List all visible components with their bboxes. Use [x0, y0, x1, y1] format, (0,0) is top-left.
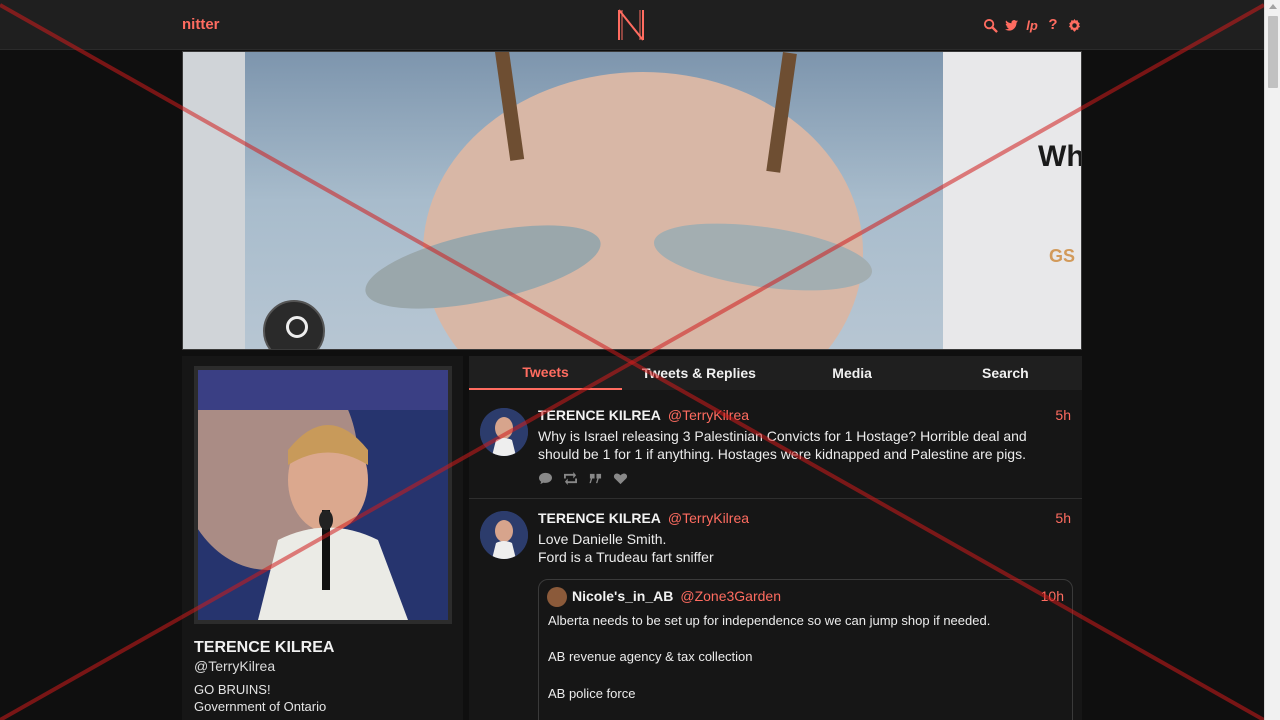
svg-text:GS: GS	[1049, 246, 1075, 266]
quote-avatar[interactable]	[547, 587, 567, 607]
tweet-item[interactable]: TERENCE KILREA @TerryKilrea 5h Love Dani…	[469, 499, 1082, 720]
quoted-tweet[interactable]: Nicole's_in_AB @Zone3Garden 10h Alberta …	[538, 579, 1073, 720]
profile-photo	[198, 370, 448, 620]
tweet-avatar[interactable]	[480, 511, 528, 559]
timeline-tabs: Tweets Tweets & Replies Media Search	[469, 356, 1082, 390]
quote-date[interactable]: 10h	[1041, 588, 1064, 604]
tab-tweets[interactable]: Tweets	[469, 356, 623, 390]
quote-header: Nicole's_in_AB @Zone3Garden	[572, 588, 781, 604]
profile-username[interactable]: @TerryKilrea	[194, 658, 275, 674]
tweet-text: Love Danielle Smith. Ford is a Trudeau f…	[538, 530, 1058, 566]
tweet-text: Why is Israel releasing 3 Palestinian Co…	[538, 428, 1027, 462]
quote-text-line-1: Alberta needs to be set up for independe…	[548, 613, 991, 628]
quote-username[interactable]: @Zone3Garden	[680, 588, 781, 604]
quote-text-line-2: AB revenue agency & tax collection	[548, 649, 753, 664]
scroll-thumb[interactable]	[1268, 16, 1278, 88]
gear-icon[interactable]	[1066, 17, 1082, 33]
svg-text:Wh: Wh	[1038, 140, 1082, 173]
profile-fullname: TERENCE KILREA	[194, 639, 335, 656]
page-scrollbar[interactable]	[1264, 0, 1280, 720]
bio-line-1: GO BRUINS!	[194, 682, 271, 697]
search-icon[interactable]	[982, 17, 998, 33]
tweet-text-line-2: Ford is a Trudeau fart sniffer	[538, 549, 714, 565]
banner-image: Wh GS	[183, 52, 1082, 349]
tweet-header: TERENCE KILREA @TerryKilrea	[538, 510, 749, 526]
tab-tweets-replies[interactable]: Tweets & Replies	[622, 356, 775, 390]
tweet-username[interactable]: @TerryKilrea	[668, 407, 749, 423]
tweet-username[interactable]: @TerryKilrea	[668, 510, 749, 526]
timeline: Tweets Tweets & Replies Media Search TER…	[469, 356, 1082, 720]
retweet-icon[interactable]	[563, 472, 578, 490]
help-icon[interactable]: ?	[1045, 17, 1061, 33]
tweet-fullname[interactable]: TERENCE KILREA	[538, 407, 661, 423]
lp-label: lp	[1026, 17, 1038, 33]
tab-media[interactable]: Media	[776, 356, 929, 390]
tweet-text-line-1: Love Danielle Smith.	[538, 531, 667, 547]
tweet-date[interactable]: 5h	[1055, 510, 1071, 526]
bio-line-2: Government of Ontario	[194, 699, 327, 714]
nitter-home-link[interactable]: nitter	[182, 16, 220, 33]
twitter-bird-icon[interactable]	[1003, 17, 1019, 33]
quote-fullname[interactable]: Nicole's_in_AB	[572, 588, 673, 604]
tab-search[interactable]: Search	[929, 356, 1082, 390]
tweet-fullname[interactable]: TERENCE KILREA	[538, 510, 661, 526]
nitter-logo-icon[interactable]	[616, 8, 646, 42]
profile-card: TERENCE KILREA @TerryKilrea GO BRUINS! G…	[182, 356, 463, 720]
profile-avatar[interactable]	[194, 366, 452, 624]
nav-icon-group: lp ?	[982, 16, 1082, 34]
heart-icon[interactable]	[613, 472, 628, 490]
tweet-stats	[538, 472, 628, 490]
top-navbar: nitter lp ?	[0, 0, 1264, 50]
quote-text-line-3: AB police force	[548, 686, 636, 701]
profile-bio: GO BRUINS! Government of Ontario	[194, 681, 326, 715]
tweet-date[interactable]: 5h	[1055, 407, 1071, 423]
tweet-avatar[interactable]	[480, 408, 528, 456]
profile-banner[interactable]: Wh GS	[182, 51, 1082, 350]
tweet-item[interactable]: TERENCE KILREA @TerryKilrea 5h Why is Is…	[469, 396, 1082, 499]
comment-icon[interactable]	[538, 472, 553, 490]
lp-icon[interactable]: lp	[1024, 17, 1040, 33]
quote-icon[interactable]	[588, 472, 603, 490]
scroll-up-icon[interactable]	[1269, 4, 1277, 9]
tweet-header: TERENCE KILREA @TerryKilrea	[538, 407, 749, 423]
